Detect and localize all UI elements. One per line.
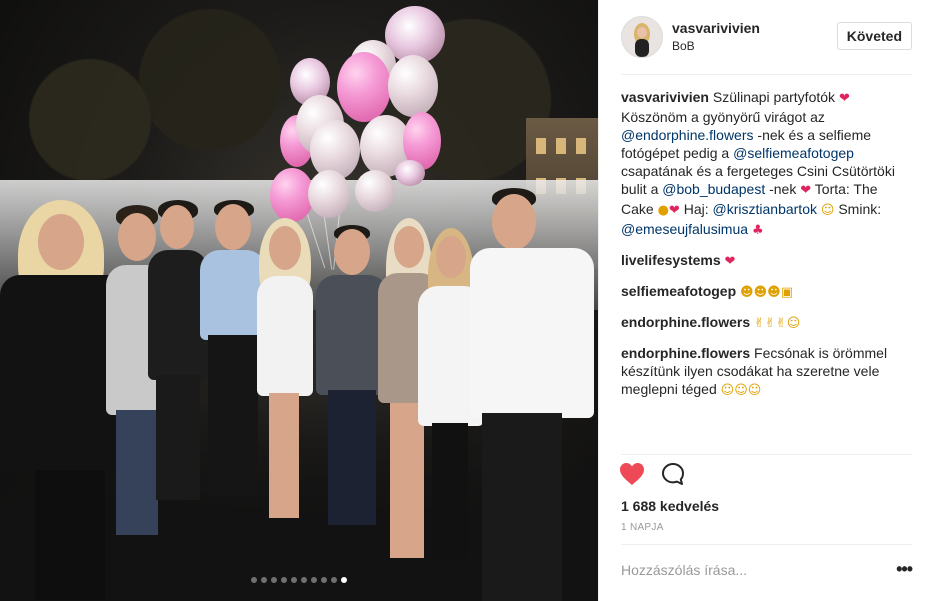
comment-username[interactable]: vasvarivivien: [621, 89, 709, 105]
avatar[interactable]: [621, 16, 663, 58]
emoji-face: ☺: [786, 316, 801, 331]
comment-text: Köszönöm a gyönyörű virágot az: [621, 109, 825, 125]
emoji-heart: ❤: [838, 91, 850, 106]
comment-username[interactable]: selfiemeafotogep: [621, 283, 736, 299]
comment-item: vasvarivivien Szülinapi partyfotók ❤ Kös…: [621, 88, 912, 240]
mention-link[interactable]: @selfiemeafotogep: [733, 145, 854, 161]
emoji-heart: ❤: [668, 203, 680, 218]
comment-text: Szülinapi partyfotók: [708, 89, 839, 105]
carousel-dot[interactable]: [301, 577, 307, 583]
following-button[interactable]: Követed: [836, 22, 912, 50]
carousel-dot[interactable]: [271, 577, 277, 583]
emoji-face: ☺: [820, 203, 835, 218]
carousel-indicator[interactable]: [0, 577, 598, 583]
carousel-dot[interactable]: [311, 577, 317, 583]
post-timestamp[interactable]: 1 NAPJA: [621, 522, 664, 533]
emoji-cam: ▣: [780, 285, 793, 300]
post-side-panel: vasvarivivien BoB Követed vasvarivivien …: [598, 0, 933, 601]
comment-item: livelifesystems ❤: [621, 251, 912, 271]
actions-divider: [621, 454, 912, 455]
mention-link[interactable]: @emeseujfalusimua: [621, 221, 748, 237]
emoji-face: ☻☻☻: [740, 285, 781, 300]
comment-username[interactable]: livelifesystems: [621, 252, 721, 268]
comment-text: Haj:: [679, 201, 713, 217]
speech-bubble-icon[interactable]: [661, 462, 685, 489]
add-comment-bar: •••: [621, 559, 913, 583]
post-location[interactable]: BoB: [672, 39, 695, 53]
comment-item: endorphine.flowers ✌✌✌☺: [621, 313, 912, 333]
more-options-icon[interactable]: •••: [896, 560, 913, 578]
carousel-dot[interactable]: [281, 577, 287, 583]
heart-filled-icon[interactable]: [619, 462, 645, 489]
comment-input[interactable]: [621, 559, 871, 581]
author-username[interactable]: vasvarivivien: [672, 20, 760, 36]
mention-link[interactable]: @krisztianbartok: [713, 201, 817, 217]
carousel-dot[interactable]: [261, 577, 267, 583]
mention-link[interactable]: @endorphine.flowers: [621, 127, 754, 143]
comment-box-divider: [621, 544, 912, 545]
comment-username[interactable]: endorphine.flowers: [621, 345, 750, 361]
emoji-heart: ❤: [724, 254, 736, 269]
comment-list: vasvarivivien Szülinapi partyfotók ❤ Kös…: [621, 88, 912, 406]
comment-item: endorphine.flowers Fecsónak is örömmel k…: [621, 344, 912, 400]
mention-link[interactable]: @bob_budapest: [662, 181, 765, 197]
carousel-dot[interactable]: [251, 577, 257, 583]
instagram-post: vasvarivivien BoB Követed vasvarivivien …: [0, 0, 933, 601]
emoji-face: ✌✌✌: [754, 316, 787, 331]
emoji-heart: ♣: [751, 223, 764, 238]
comment-text: -nek: [765, 181, 801, 197]
comment-text: Smink:: [834, 201, 882, 217]
carousel-dot[interactable]: [341, 577, 347, 583]
carousel-dot[interactable]: [331, 577, 337, 583]
post-actions: [619, 460, 914, 492]
post-header: vasvarivivien BoB Követed: [621, 16, 912, 58]
emoji-heart: ❤: [800, 183, 812, 198]
carousel-dot[interactable]: [291, 577, 297, 583]
emoji-cake: ●: [657, 203, 669, 218]
likes-count[interactable]: 1 688 kedvelés: [621, 498, 719, 514]
comment-item: selfiemeafotogep ☻☻☻▣: [621, 282, 912, 302]
carousel-dot[interactable]: [321, 577, 327, 583]
post-photo[interactable]: [0, 0, 598, 601]
comment-username[interactable]: endorphine.flowers: [621, 314, 750, 330]
emoji-face: ☺☺☺: [720, 383, 762, 398]
header-divider: [621, 74, 912, 75]
